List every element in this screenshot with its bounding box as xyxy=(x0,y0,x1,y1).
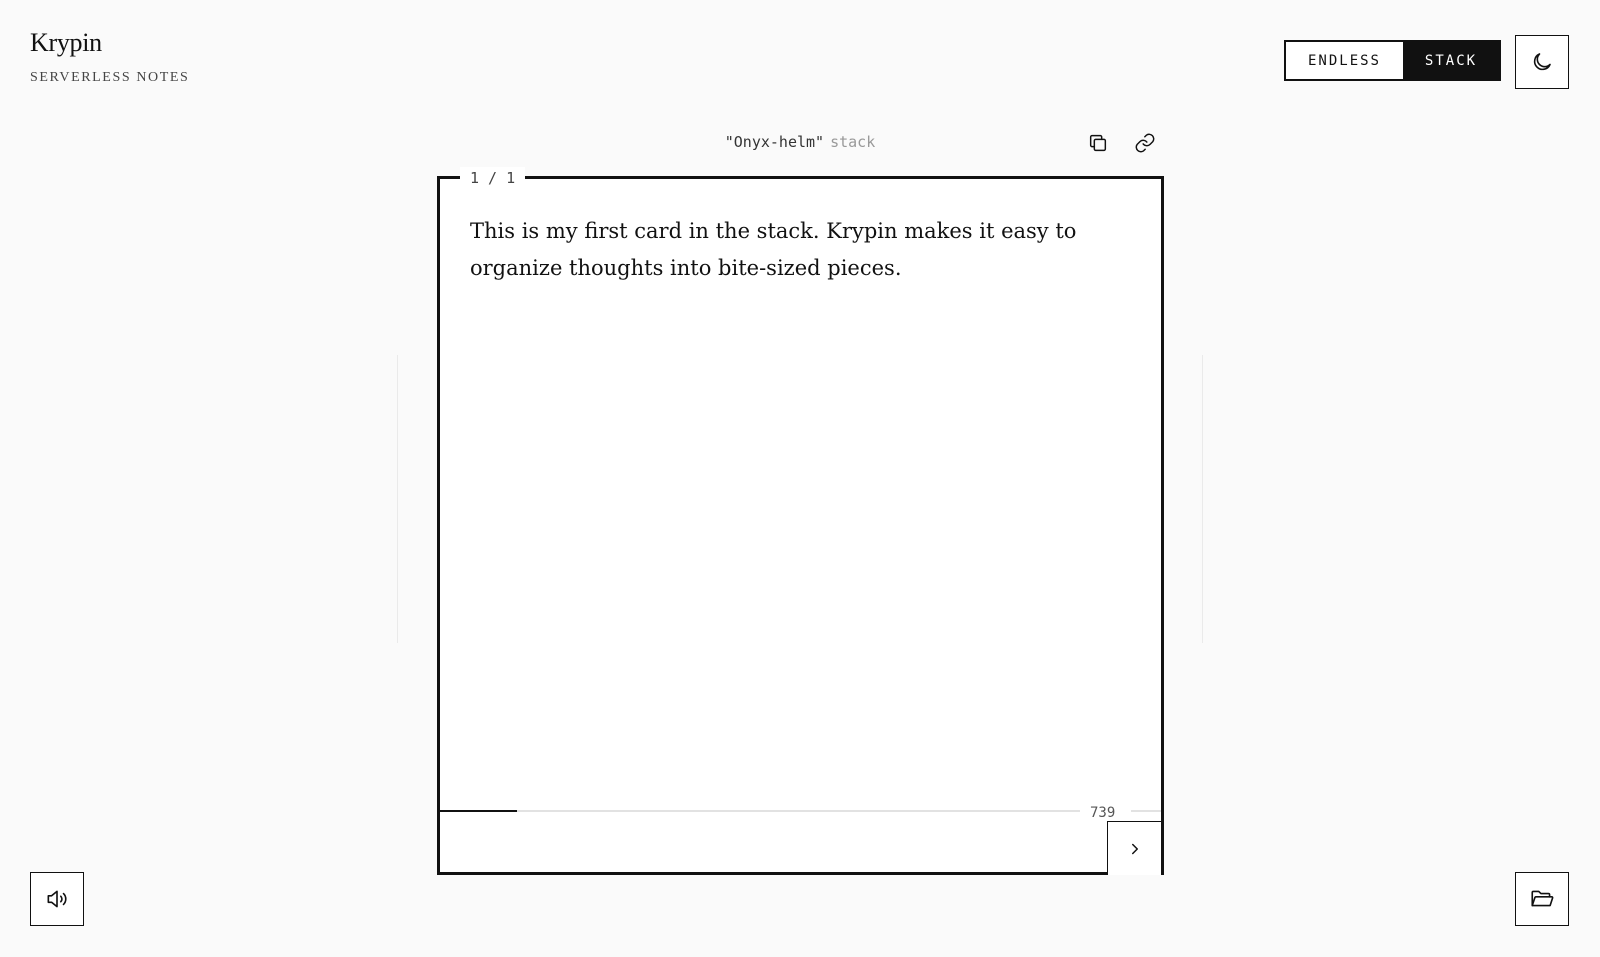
char-progress-bar xyxy=(440,810,1080,812)
copy-button[interactable] xyxy=(1085,130,1111,156)
mode-endless-button[interactable]: ENDLESS xyxy=(1286,42,1403,79)
open-folder-button[interactable] xyxy=(1515,872,1569,926)
sound-toggle-button[interactable] xyxy=(30,872,84,926)
chevron-right-icon xyxy=(1131,843,1138,854)
app-page: Krypin SERVERLESS NOTES ENDLESS STACK "O… xyxy=(0,0,1600,957)
next-card-button[interactable] xyxy=(1107,821,1161,875)
stack-name: "Onyx-helm" xyxy=(724,133,825,151)
stack-title: "Onyx-helm" stack xyxy=(437,133,1163,151)
char-progress-fill xyxy=(440,810,517,812)
stack-header: "Onyx-helm" stack xyxy=(437,128,1163,158)
mode-stack-button[interactable]: STACK xyxy=(1403,42,1499,79)
app-subtitle: SERVERLESS NOTES xyxy=(30,70,190,85)
share-link-button[interactable] xyxy=(1132,130,1158,156)
char-progress-bar-end xyxy=(1131,810,1161,812)
theme-toggle-button[interactable] xyxy=(1515,35,1569,89)
mode-toggle: ENDLESS STACK xyxy=(1284,40,1501,81)
folder-open-icon xyxy=(1531,890,1554,907)
char-count: 739 xyxy=(1090,805,1116,821)
speaker-icon xyxy=(47,890,67,908)
note-card[interactable]: 1 / 1 This is my first card in the stack… xyxy=(437,167,1164,875)
card-text[interactable]: This is my first card in the stack. Kryp… xyxy=(470,213,1090,287)
moon-icon xyxy=(1533,53,1551,71)
prev-card-ghost xyxy=(397,355,398,643)
brand: Krypin SERVERLESS NOTES xyxy=(30,30,189,85)
stack-suffix: stack xyxy=(830,133,876,151)
card-counter: 1 / 1 xyxy=(460,167,526,189)
app-title: Krypin xyxy=(30,28,102,57)
next-card-ghost xyxy=(1202,355,1203,643)
link-icon xyxy=(1135,133,1155,153)
copy-icon xyxy=(1089,134,1107,152)
